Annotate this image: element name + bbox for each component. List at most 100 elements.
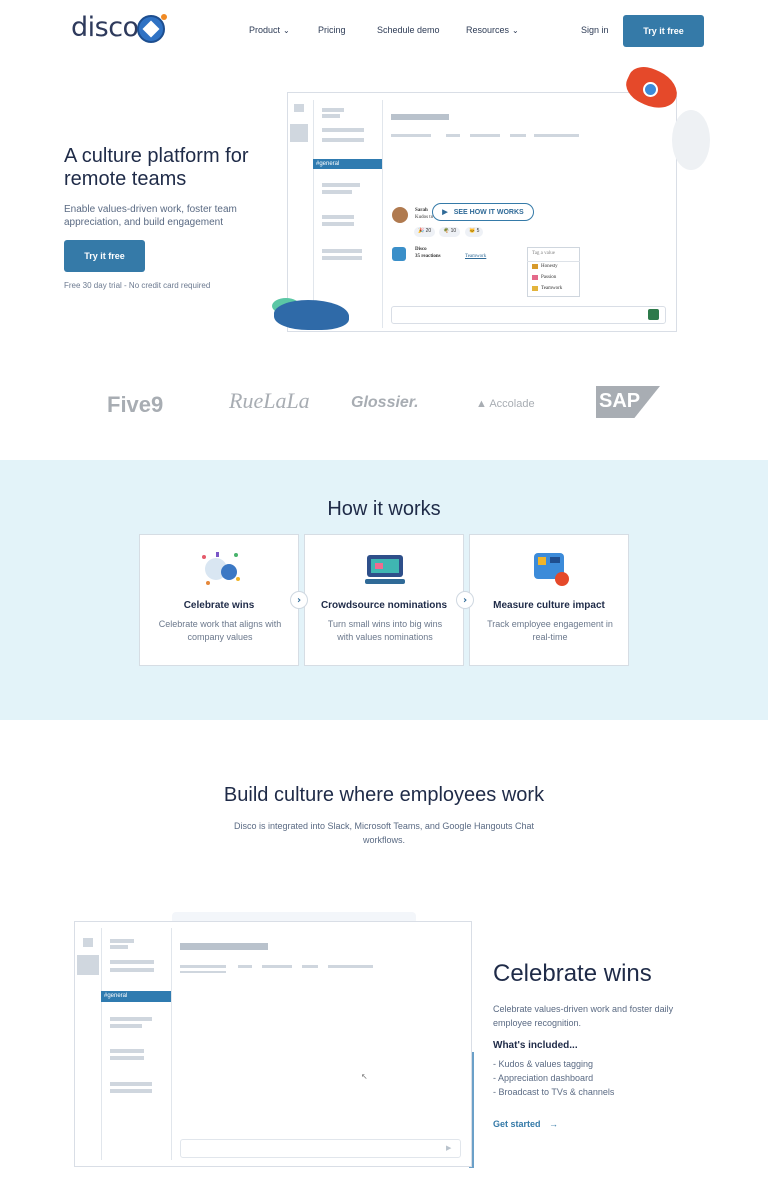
feature-item: - Kudos & values tagging (493, 1059, 594, 1069)
card-measure-culture-impact: Measure culture impact Track employee en… (469, 534, 629, 666)
tag-option[interactable]: Teamwork (541, 286, 562, 291)
how-it-works-title: How it works (327, 498, 441, 520)
avatar (392, 207, 408, 223)
celebrate-wins-title: Celebrate wins (493, 960, 652, 987)
card-text: Turn small wins into big wins with value… (327, 619, 443, 642)
celebrate-wins-subtitle: Celebrate values-driven work and foster … (493, 1004, 674, 1028)
card-crowdsource-nominations: Crowdsource nominations Turn small wins … (304, 534, 464, 666)
chevron-down-icon: ⌄ (512, 26, 519, 35)
integration-app-mockup (74, 921, 472, 1167)
mock-bar (322, 215, 354, 219)
tag-option[interactable]: Honesty (541, 264, 558, 269)
mock-bar (110, 1024, 142, 1028)
mock-message-input[interactable] (180, 1139, 461, 1158)
card-text: Celebrate work that aligns with company … (158, 619, 282, 642)
nav-product-label: Product (249, 25, 281, 35)
mock-bar (322, 183, 360, 187)
tag-emoji-icon (532, 275, 538, 280)
logo-accolade: ▲ Accolade (476, 398, 535, 410)
tag-emoji-icon (532, 286, 538, 291)
reaction-pill[interactable]: 🎉 20 (414, 227, 436, 237)
mock-bar (470, 134, 500, 137)
tag-option[interactable]: Passion (541, 275, 556, 280)
nav-product[interactable]: Product ⌄ (249, 25, 290, 35)
next-arrow-icon[interactable]: › (456, 591, 474, 609)
bot-reactions: 35 reactions (415, 254, 441, 259)
hero-title: A culture platform for remote teams (64, 145, 249, 190)
reaction-pill[interactable]: 🐱 5 (465, 227, 484, 237)
nav-pricing[interactable]: Pricing (318, 25, 346, 35)
reaction-count: 5 (476, 228, 480, 234)
mock-bar (322, 249, 362, 253)
dashboard-icon (534, 553, 569, 586)
mock-bar (534, 134, 579, 137)
tag-emoji-icon (532, 264, 538, 269)
sign-in-link[interactable]: Sign in (581, 25, 609, 35)
cursor-icon: ↖ (361, 1072, 368, 1081)
mock-bar (110, 1089, 152, 1093)
mock-bar (238, 965, 252, 968)
get-started-label: Get started (493, 1119, 541, 1129)
mock-bar (110, 968, 154, 972)
mock-bar (322, 190, 352, 194)
mock-divider (313, 100, 314, 328)
logo-globe-icon[interactable] (137, 14, 167, 43)
build-culture-title: Build culture where employees work (223, 784, 545, 806)
nav-resources[interactable]: Resources ⌄ (466, 25, 519, 35)
hero-try-free-button[interactable]: Try it free (64, 240, 145, 272)
next-arrow-icon[interactable]: › (290, 591, 308, 609)
mock-bar (322, 108, 344, 112)
mock-icon (294, 104, 304, 112)
see-how-it-works-button[interactable]: ▶ SEE HOW IT WORKS (432, 203, 534, 221)
card-title: Measure culture impact (493, 600, 605, 611)
mock-icon (77, 955, 99, 975)
mock-bar (446, 134, 460, 137)
nav-schedule-demo[interactable]: Schedule demo (377, 25, 440, 35)
mock-message-input[interactable] (391, 306, 666, 324)
mock-divider (382, 100, 383, 328)
logo-five9: Five9 (107, 392, 164, 417)
logo-wordmark[interactable]: disco (71, 12, 139, 43)
whats-included-label: What's included... (493, 1040, 578, 1051)
mock-divider (171, 928, 172, 1160)
feature-item: - Appreciation dashboard (493, 1073, 594, 1083)
bot-name: Disco (415, 247, 427, 252)
card-title: Celebrate wins (183, 600, 255, 611)
mock-bar (322, 222, 354, 226)
mock-bar (262, 965, 292, 968)
mock-bar (180, 943, 268, 950)
monitor-icon (365, 555, 405, 584)
send-icon[interactable] (648, 309, 659, 320)
mock-bar (180, 971, 226, 973)
logo-sap: SAP (599, 390, 641, 412)
mock-bar (302, 965, 318, 968)
card-title: Crowdsource nominations (320, 600, 448, 611)
dropdown-divider (527, 261, 580, 262)
mock-bar (322, 256, 362, 260)
celebrate-confetti-icon (202, 552, 240, 585)
reaction-count: 10 (450, 228, 457, 234)
reaction-pill[interactable]: 🌴 10 (439, 227, 461, 237)
mock-bar (510, 134, 526, 137)
accolade-mark-icon: ▲ (476, 398, 490, 410)
bot-tag-link[interactable]: Teamwork (465, 254, 486, 259)
play-icon: ▶ (442, 209, 448, 216)
hero-trial-note: Free 30 day trial - No credit card requi… (64, 281, 211, 290)
mock-channel-general: #general (313, 159, 382, 169)
get-started-link[interactable]: Get started → (493, 1119, 558, 1129)
nav-try-free-button[interactable]: Try it free (623, 15, 704, 47)
mock-icon (290, 124, 308, 142)
accolade-label: Accolade (489, 398, 535, 410)
card-celebrate-wins: Celebrate wins Celebrate work that align… (139, 534, 299, 666)
nav-resources-label: Resources (466, 25, 510, 35)
mock-divider (101, 928, 102, 1160)
logo-ruelala: RueLaLa (229, 388, 310, 413)
mock-bar (110, 960, 154, 964)
rocket-window-illustration (643, 82, 658, 97)
mock-bar (110, 1017, 152, 1021)
tag-placeholder: Tag a value (532, 251, 555, 256)
chevron-down-icon: ⌄ (283, 26, 290, 35)
mock-bar (322, 128, 364, 132)
card-text: Track employee engagement in real-time (487, 619, 613, 642)
send-icon[interactable]: ▶ (446, 1144, 451, 1152)
